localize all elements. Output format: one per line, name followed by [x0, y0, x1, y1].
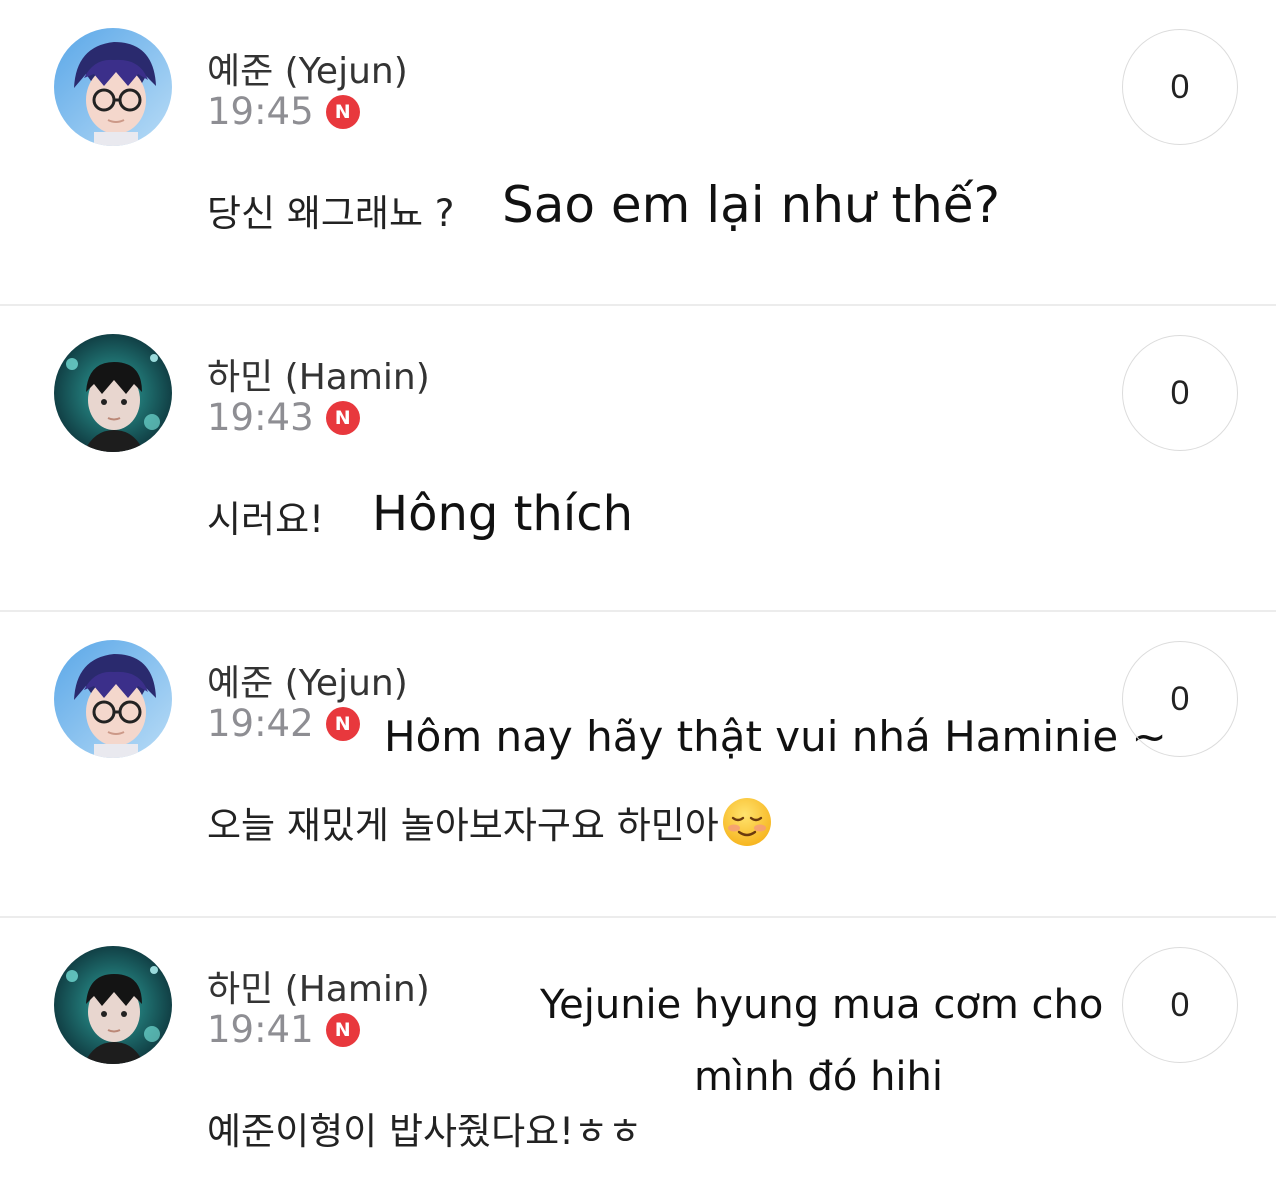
- yejun-avatar[interactable]: [54, 640, 172, 758]
- new-badge-icon: N: [325, 706, 360, 741]
- new-badge-icon: N: [325, 94, 360, 129]
- comment-item: 예준 (Yejun) 19:42 N 오늘 재밌게 놀아보자구요 하민아 Hôm…: [0, 612, 1276, 918]
- new-badge-icon: N: [325, 1012, 360, 1047]
- comment-time: 19:45: [207, 90, 314, 133]
- comment-author[interactable]: 예준 (Yejun): [207, 42, 408, 94]
- hamin-avatar[interactable]: [54, 334, 172, 452]
- comment-item: 하민 (Hamin) 19:41 N 예준이형이 밥사줬다요!ㅎㅎ Yejuni…: [0, 918, 1276, 1199]
- comment-text-row: 오늘 재밌게 놀아보자구요 하민아: [207, 795, 773, 849]
- comment-author[interactable]: 하민 (Hamin): [207, 960, 430, 1012]
- comment-meta: 19:45 N: [207, 90, 360, 133]
- like-count-button[interactable]: 0: [1122, 947, 1238, 1063]
- comment-time: 19:41: [207, 1008, 314, 1051]
- comment-author[interactable]: 예준 (Yejun): [207, 654, 408, 706]
- comment-time: 19:42: [207, 702, 314, 745]
- comment-meta: 19:43 N: [207, 396, 360, 439]
- comment-text: 오늘 재밌게 놀아보자구요 하민아: [207, 804, 719, 847]
- translation-caption-line1: Yejunie hyung mua cơm cho: [540, 982, 1104, 1028]
- comment-item: 하민 (Hamin) 19:43 N 시러요! Hông thích 0: [0, 306, 1276, 612]
- hamin-avatar[interactable]: [54, 946, 172, 1064]
- translation-caption: Sao em lại như thế?: [502, 176, 1001, 234]
- comment-author[interactable]: 하민 (Hamin): [207, 348, 430, 400]
- like-count-button[interactable]: 0: [1122, 641, 1238, 757]
- like-count-button[interactable]: 0: [1122, 335, 1238, 451]
- new-badge-icon: N: [325, 400, 360, 435]
- yejun-avatar[interactable]: [54, 28, 172, 146]
- comment-text: 당신 왜그래뇨 ?: [207, 192, 455, 235]
- like-count-button[interactable]: 0: [1122, 29, 1238, 145]
- translation-caption: Hông thích: [372, 486, 633, 542]
- translation-caption: Hôm nay hãy thật vui nhá Haminie ~: [384, 712, 1167, 761]
- smiling-face-emoji-icon: [722, 798, 771, 846]
- translation-caption-line2: mình đó hihi: [694, 1054, 944, 1100]
- comment-meta: 19:41 N: [207, 1008, 360, 1051]
- comment-text: 시러요!: [207, 498, 324, 541]
- comment-text: 예준이형이 밥사줬다요!ㅎㅎ: [207, 1110, 643, 1153]
- comment-time: 19:43: [207, 396, 314, 439]
- comment-item: 예준 (Yejun) 19:45 N 당신 왜그래뇨 ? Sao em lại …: [0, 0, 1276, 306]
- comment-meta: 19:42 N: [207, 702, 360, 745]
